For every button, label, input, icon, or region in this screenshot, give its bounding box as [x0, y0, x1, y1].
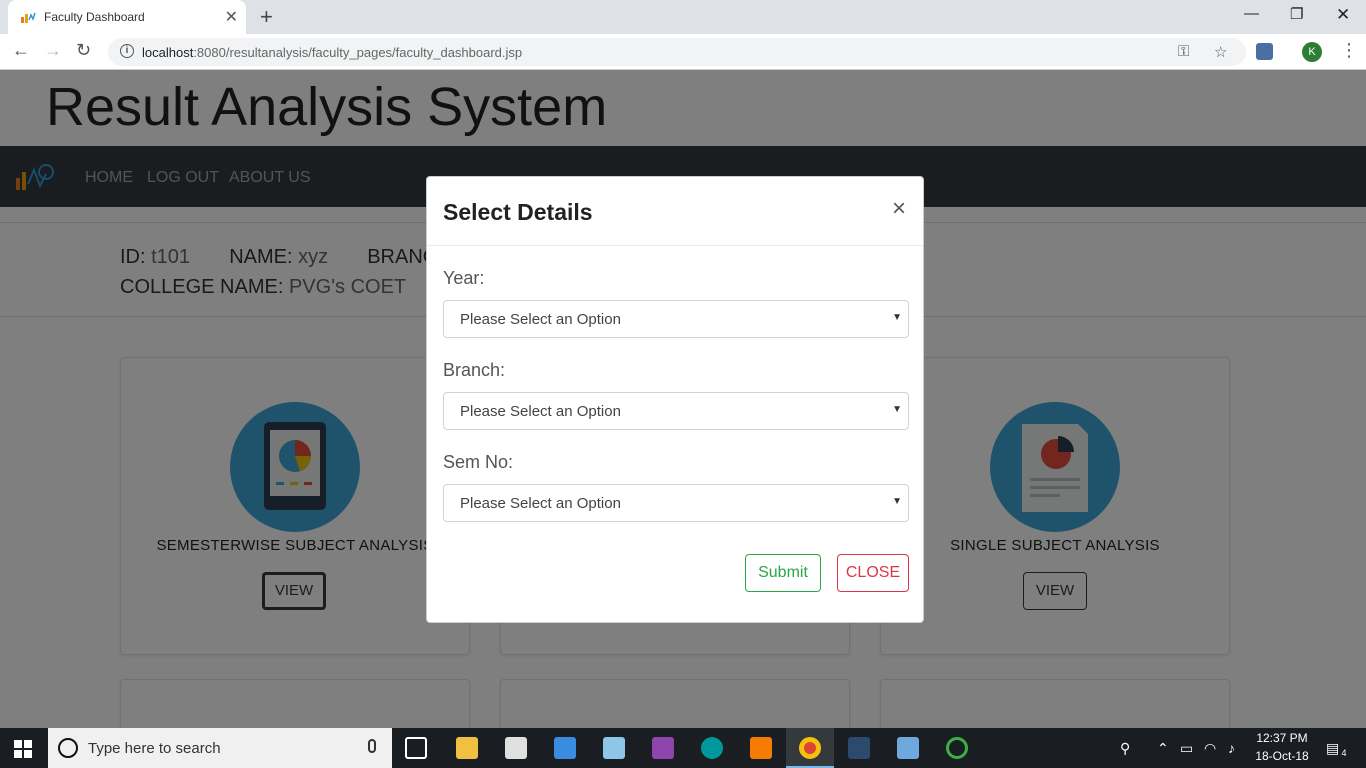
url-text: localhost:8080/resultanalysis/faculty_pa…: [142, 45, 523, 60]
modal-divider: [427, 245, 923, 246]
select-details-modal: Select Details × Year: Please Select an …: [426, 176, 924, 623]
caret-down-icon: ▼: [892, 496, 902, 507]
arduino-icon[interactable]: [701, 737, 723, 759]
forward-icon[interactable]: →: [44, 40, 62, 61]
branch-label: Branch:: [443, 360, 506, 380]
control-panel-icon[interactable]: [554, 737, 576, 759]
workbench-icon[interactable]: [848, 737, 870, 759]
tab-title: Faculty Dashboard: [44, 10, 145, 24]
taskbar: Type here to search ⚲ ⌃ ▭ ◠ ♪ 12:37 PM 1…: [0, 728, 1366, 768]
restore-icon[interactable]: ❐: [1290, 5, 1303, 23]
submit-button[interactable]: Submit: [745, 554, 821, 592]
taskbar-search[interactable]: Type here to search: [48, 728, 392, 768]
virtualbox-icon[interactable]: [897, 737, 919, 759]
clock-time[interactable]: 12:37 PM: [1250, 731, 1314, 745]
caret-down-icon: ▼: [892, 312, 902, 323]
caret-down-icon: ▼: [892, 404, 902, 415]
new-tab-icon[interactable]: +: [260, 4, 273, 30]
battery-icon[interactable]: ▭: [1180, 740, 1193, 757]
sem-select[interactable]: Please Select an Option ▼: [443, 484, 909, 522]
phpstorm-icon[interactable]: [652, 737, 674, 759]
file-explorer-icon[interactable]: [456, 737, 478, 759]
browser-tabstrip: Faculty Dashboard ✕ + — ❐ ✕: [0, 0, 1366, 34]
microphone-icon[interactable]: [368, 739, 376, 753]
notification-count: 4: [1341, 748, 1347, 758]
profile-avatar[interactable]: K: [1302, 42, 1322, 62]
close-button[interactable]: CLOSE: [837, 554, 909, 592]
xampp-icon[interactable]: [750, 737, 772, 759]
address-bar[interactable]: i localhost:8080/resultanalysis/faculty_…: [108, 38, 1246, 66]
info-icon[interactable]: i: [120, 44, 134, 58]
modal-title: Select Details: [443, 199, 593, 225]
people-icon[interactable]: ⚲: [1120, 740, 1130, 757]
close-window-icon[interactable]: ✕: [1336, 5, 1350, 25]
star-icon[interactable]: ☆: [1214, 43, 1227, 61]
browser-tab[interactable]: Faculty Dashboard ✕: [8, 0, 246, 34]
browser-toolbar: ← → ↻ i localhost:8080/resultanalysis/fa…: [0, 34, 1366, 70]
extension-icon[interactable]: [1256, 43, 1273, 60]
chevron-up-icon[interactable]: ⌃: [1157, 740, 1169, 757]
task-view-icon[interactable]: [405, 737, 427, 759]
cortana-icon: [58, 738, 78, 758]
branch-select[interactable]: Please Select an Option ▼: [443, 392, 909, 430]
notes-icon[interactable]: [603, 737, 625, 759]
back-icon[interactable]: ←: [12, 40, 30, 61]
tab-close-icon[interactable]: ✕: [225, 7, 238, 27]
wifi-icon[interactable]: ◠: [1204, 740, 1216, 757]
key-icon[interactable]: ⚿: [1178, 43, 1189, 60]
close-icon[interactable]: ×: [892, 195, 906, 223]
windows-start-icon[interactable]: [14, 740, 32, 758]
store-icon[interactable]: [505, 737, 527, 759]
favicon-icon: [21, 12, 36, 23]
volume-icon[interactable]: ♪: [1228, 740, 1235, 756]
sem-label: Sem No:: [443, 452, 514, 472]
reload-icon[interactable]: ↻: [76, 40, 91, 61]
year-select[interactable]: Please Select an Option ▼: [443, 300, 909, 338]
year-label: Year:: [443, 268, 485, 288]
chrome-taskbar-item[interactable]: [786, 728, 834, 768]
menu-icon[interactable]: ⋮: [1340, 40, 1358, 61]
refresh-app-icon[interactable]: [946, 737, 968, 759]
clock-date[interactable]: 18-Oct-18: [1250, 749, 1314, 763]
chrome-icon: [799, 737, 821, 759]
minimize-icon[interactable]: —: [1244, 5, 1259, 22]
